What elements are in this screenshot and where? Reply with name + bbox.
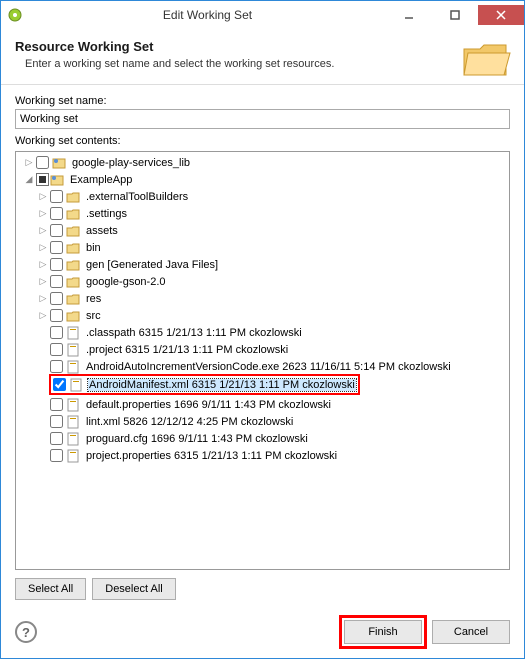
cancel-button[interactable]: Cancel	[432, 620, 510, 644]
header-title: Resource Working Set	[15, 39, 510, 54]
contents-label: Working set contents:	[15, 135, 510, 147]
tree-checkbox[interactable]	[50, 449, 63, 462]
minimize-button[interactable]	[386, 5, 432, 25]
file-icon	[65, 397, 81, 413]
maximize-button[interactable]	[432, 5, 478, 25]
tree-item-file[interactable]: default.properties 1696 9/1/11 1:43 PM c…	[16, 396, 509, 413]
file-icon	[65, 359, 81, 375]
file-icon	[65, 325, 81, 341]
folder-large-icon	[458, 35, 514, 83]
tree-item-file[interactable]: .project 6315 1/21/13 1:11 PM ckozlowski	[16, 341, 509, 358]
folder-icon	[65, 291, 81, 307]
expand-icon[interactable]: ▷	[22, 157, 36, 168]
dialog-footer: ? Finish Cancel	[1, 610, 524, 658]
file-icon	[65, 448, 81, 464]
tree-item-folder[interactable]: ▷assets	[16, 222, 509, 239]
tree-checkbox[interactable]	[50, 432, 63, 445]
tree-checkbox[interactable]	[50, 241, 63, 254]
file-icon	[65, 414, 81, 430]
tree-checkbox[interactable]	[50, 224, 63, 237]
deselect-all-button[interactable]: Deselect All	[92, 578, 175, 600]
tree-checkbox[interactable]	[50, 398, 63, 411]
folder-icon	[65, 240, 81, 256]
expand-icon[interactable]: ▷	[36, 310, 50, 321]
titlebar: Edit Working Set	[1, 1, 524, 29]
folder-icon	[65, 189, 81, 205]
file-icon	[65, 342, 81, 358]
tree-item-android-manifest[interactable]: AndroidManifest.xml 6315 1/21/13 1:11 PM…	[53, 376, 356, 393]
working-set-name-input[interactable]	[15, 109, 510, 129]
header-subtitle: Enter a working set name and select the …	[15, 58, 510, 70]
close-button[interactable]	[478, 5, 524, 25]
tree-checkbox[interactable]	[50, 415, 63, 428]
tree-checkbox[interactable]	[53, 378, 66, 391]
help-icon[interactable]: ?	[15, 621, 37, 643]
contents-tree[interactable]: ▷ google-play-services_lib ◢ ExampleApp …	[15, 151, 510, 570]
file-icon	[68, 377, 84, 393]
tree-checkbox[interactable]	[50, 360, 63, 373]
project-icon	[49, 172, 65, 188]
tree-item-folder[interactable]: ▷gen [Generated Java Files]	[16, 256, 509, 273]
folder-icon	[65, 223, 81, 239]
folder-icon	[65, 206, 81, 222]
expand-icon[interactable]: ▷	[36, 191, 50, 202]
collapse-icon[interactable]: ◢	[22, 174, 36, 185]
folder-icon	[65, 257, 81, 273]
folder-icon	[65, 274, 81, 290]
select-all-button[interactable]: Select All	[15, 578, 86, 600]
tree-item-file[interactable]: proguard.cfg 1696 9/1/11 1:43 PM ckozlow…	[16, 430, 509, 447]
tree-item-file[interactable]: .classpath 6315 1/21/13 1:11 PM ckozlows…	[16, 324, 509, 341]
project-icon	[51, 155, 67, 171]
tree-item-folder[interactable]: ▷.settings	[16, 205, 509, 222]
tree-checkbox[interactable]	[50, 190, 63, 203]
tree-checkbox-indeterminate[interactable]	[36, 173, 49, 186]
tree-item-folder[interactable]: ▷.externalToolBuilders	[16, 188, 509, 205]
file-icon	[65, 431, 81, 447]
tree-item-google-play[interactable]: ▷ google-play-services_lib	[16, 154, 509, 171]
expand-icon[interactable]: ▷	[36, 293, 50, 304]
tree-checkbox[interactable]	[50, 309, 63, 322]
tree-checkbox[interactable]	[50, 292, 63, 305]
expand-icon[interactable]: ▷	[36, 242, 50, 253]
name-label: Working set name:	[15, 95, 510, 107]
tree-item-file[interactable]: lint.xml 5826 12/12/12 4:25 PM ckozlowsk…	[16, 413, 509, 430]
expand-icon[interactable]: ▷	[36, 259, 50, 270]
tree-checkbox[interactable]	[50, 258, 63, 271]
expand-icon[interactable]: ▷	[36, 225, 50, 236]
tree-checkbox[interactable]	[50, 343, 63, 356]
tree-item-file[interactable]: project.properties 6315 1/21/13 1:11 PM …	[16, 447, 509, 464]
dialog-window: Edit Working Set Resource Working Set En…	[0, 0, 525, 659]
tree-checkbox[interactable]	[36, 156, 49, 169]
folder-icon	[65, 308, 81, 324]
tree-checkbox[interactable]	[50, 326, 63, 339]
tree-item-folder[interactable]: ▷google-gson-2.0	[16, 273, 509, 290]
tree-item-folder[interactable]: ▷src	[16, 307, 509, 324]
selection-buttons: Select All Deselect All	[15, 578, 510, 600]
dialog-body: Working set name: Working set contents: …	[1, 85, 524, 610]
tree-checkbox[interactable]	[50, 275, 63, 288]
expand-icon[interactable]: ▷	[36, 276, 50, 287]
tree-item-folder[interactable]: ▷bin	[16, 239, 509, 256]
tree-item-folder[interactable]: ▷res	[16, 290, 509, 307]
app-icon	[7, 7, 23, 23]
dialog-header: Resource Working Set Enter a working set…	[1, 29, 524, 85]
finish-button[interactable]: Finish	[344, 620, 422, 644]
tree-checkbox[interactable]	[50, 207, 63, 220]
tree-item-file[interactable]: AndroidAutoIncrementVersionCode.exe 2623…	[16, 358, 509, 375]
expand-icon[interactable]: ▷	[36, 208, 50, 219]
tree-item-exampleapp[interactable]: ◢ ExampleApp	[16, 171, 509, 188]
window-title: Edit Working Set	[29, 8, 386, 22]
